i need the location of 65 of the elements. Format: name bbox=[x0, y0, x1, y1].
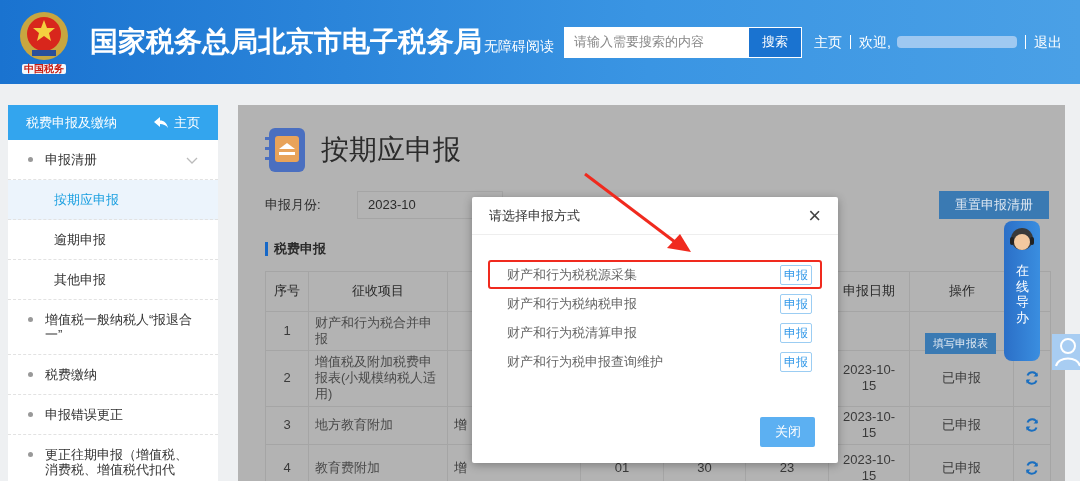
table-cell: 已申报 bbox=[942, 370, 981, 386]
chevron-down-icon bbox=[186, 157, 198, 165]
refresh-icon[interactable] bbox=[1025, 461, 1039, 475]
online-guide-widget[interactable]: 在线导办 bbox=[1004, 221, 1040, 361]
table-cell: 教育费附加 bbox=[315, 460, 380, 476]
table-cell: 01 bbox=[614, 459, 630, 476]
nav-link[interactable]: 主页 bbox=[814, 31, 843, 53]
table-cell: 3 bbox=[283, 417, 291, 433]
sidebar-title: 税费申报及缴纳 bbox=[26, 113, 117, 132]
sidebar-subitem[interactable]: 按期应申报 bbox=[8, 180, 218, 220]
table-cell: 已申报 bbox=[942, 417, 981, 433]
field-label: 申报月份: bbox=[265, 196, 322, 215]
back-arrow-icon bbox=[154, 116, 168, 129]
user-icon[interactable] bbox=[1052, 334, 1080, 370]
table-cell-text: 增值税及附加税费申报表(小规模纳税人适用) bbox=[315, 354, 438, 402]
table-cell: 4 bbox=[283, 460, 291, 476]
column-header: 征收项目 bbox=[352, 282, 404, 301]
table-cell-text: 财产和行为税合并申报 bbox=[315, 314, 433, 347]
table-cell: 1 bbox=[283, 322, 291, 339]
column-header: 操作 bbox=[948, 282, 975, 301]
logo-caption: 中国税务 bbox=[22, 64, 66, 74]
option-label: 财产和行为税纳税申报 bbox=[507, 294, 637, 313]
modal-close-button[interactable]: 关闭 bbox=[760, 417, 815, 447]
fill-form-button[interactable]: 填写申报表 bbox=[925, 332, 996, 354]
refresh-icon[interactable] bbox=[1025, 371, 1039, 385]
declare-button[interactable]: 申报 bbox=[780, 293, 812, 314]
declare-button[interactable]: 申报 bbox=[780, 264, 812, 285]
table-cell: 2 bbox=[283, 370, 291, 386]
emblem-icon bbox=[18, 10, 70, 62]
welcome-text: 欢迎, bbox=[859, 32, 891, 52]
declare-button[interactable]: 申报 bbox=[780, 351, 812, 372]
accessibility-link[interactable]: 无障碍阅读 bbox=[484, 35, 554, 57]
table-cell-text: 2023-10-15 bbox=[841, 452, 896, 481]
sidebar-item[interactable]: 申报错误更正 bbox=[8, 395, 218, 435]
table-cell-text: 2023-10-15 bbox=[841, 409, 896, 441]
table-cell-text: 2023-10-15 bbox=[841, 362, 896, 394]
table-cell: 增 bbox=[454, 417, 467, 433]
reset-button[interactable]: 重置申报清册 bbox=[939, 191, 1049, 219]
section-title: 税费申报 bbox=[274, 240, 326, 258]
sidebar-item[interactable]: 更正往期申报（增值税、消费税、增值税代扣代 bbox=[8, 435, 218, 481]
column-header: 申报日期 bbox=[843, 282, 895, 301]
table-cell: 30 bbox=[697, 459, 712, 476]
option-label: 财产和行为税清算申报 bbox=[507, 323, 637, 342]
notebook-icon bbox=[265, 127, 305, 173]
declare-button[interactable]: 申报 bbox=[780, 322, 812, 343]
search-button[interactable]: 搜索 bbox=[748, 26, 802, 58]
column-header: 序号 bbox=[274, 282, 300, 301]
table-cell: 增 bbox=[454, 460, 467, 476]
page-title: 按期应申报 bbox=[321, 133, 461, 167]
option-label: 财产和行为税申报查询维护 bbox=[507, 352, 663, 371]
guide-label: 在线导办 bbox=[1015, 263, 1029, 326]
close-button[interactable]: × bbox=[808, 204, 821, 227]
sidebar-subitem[interactable]: 逾期申报 bbox=[8, 220, 218, 260]
sidebar-item[interactable]: 增值税一般纳税人“报退合一” bbox=[8, 300, 218, 355]
home-link[interactable]: 主页 bbox=[154, 112, 200, 133]
sidebar-subitem[interactable]: 其他申报 bbox=[8, 260, 218, 300]
table-cell: 23 bbox=[779, 459, 795, 476]
search-field[interactable]: 请输入需要搜索的内容 bbox=[564, 26, 748, 58]
site-title: 国家税务总局北京市电子税务局 bbox=[90, 25, 482, 59]
nav-link[interactable]: 退出 bbox=[1034, 31, 1062, 53]
option-label: 财产和行为税税源采集 bbox=[507, 265, 637, 284]
table-cell: 地方教育附加 bbox=[315, 417, 393, 433]
table-cell: 已申报 bbox=[942, 460, 981, 476]
refresh-icon[interactable] bbox=[1025, 418, 1039, 432]
sidebar-item[interactable]: 税费缴纳 bbox=[8, 355, 218, 395]
